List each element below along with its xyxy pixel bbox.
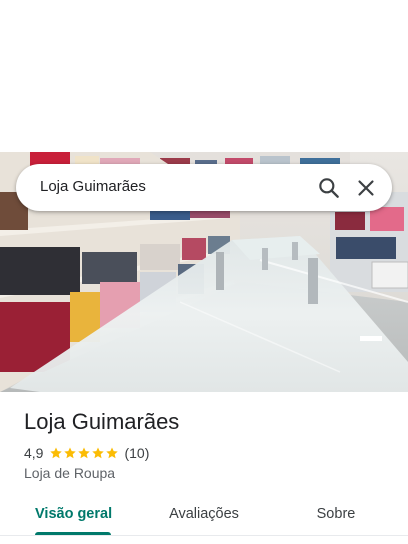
tab-reviews[interactable]: Avaliações [161, 494, 247, 534]
star-icon [92, 447, 105, 459]
tab-about[interactable]: Sobre [306, 494, 366, 534]
review-count[interactable]: (10) [124, 445, 149, 461]
search-bar[interactable]: Loja Guimarães [16, 164, 392, 211]
map-top-area [0, 0, 408, 152]
search-icon[interactable] [316, 175, 342, 201]
search-icon-graphic [319, 178, 339, 198]
place-category: Loja de Roupa [24, 465, 116, 481]
star-icon [78, 447, 91, 459]
rating-value: 4,9 [24, 445, 44, 461]
close-icon-graphic [358, 180, 374, 196]
rating-row[interactable]: 4,9 (10) [24, 444, 149, 462]
place-title: Loja Guimarães [24, 409, 180, 434]
tab-overview[interactable]: Visão geral [35, 494, 112, 534]
star-icon [64, 447, 77, 459]
star-icon [106, 447, 119, 459]
close-icon[interactable] [353, 175, 379, 201]
star-rating [49, 446, 119, 460]
star-icon [50, 447, 63, 459]
search-input[interactable]: Loja Guimarães [40, 178, 146, 195]
place-tabs: Visão geral Avaliações Sobre [0, 494, 408, 538]
tabs-divider [0, 535, 408, 536]
